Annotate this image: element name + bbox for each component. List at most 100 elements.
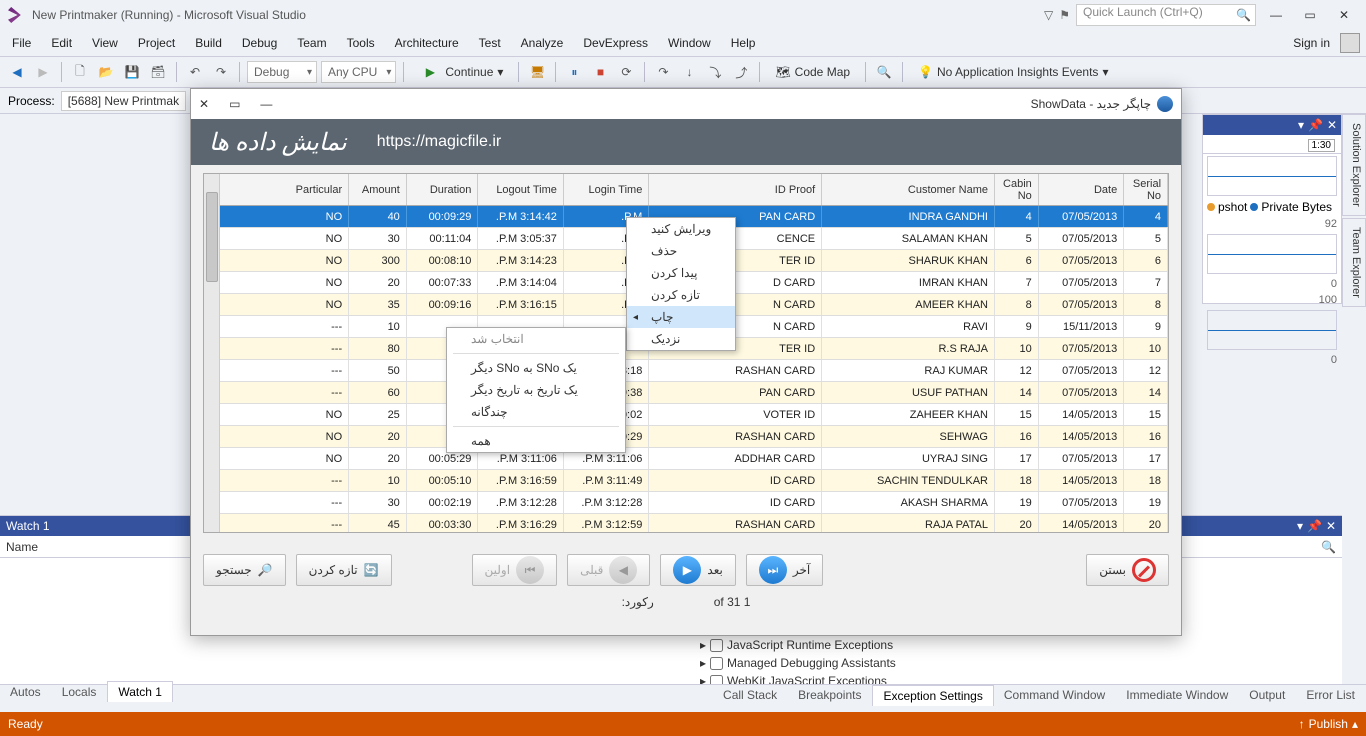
col-particular[interactable]: Particular (220, 174, 349, 205)
menu-project[interactable]: Project (128, 32, 185, 54)
tab-immediate-window[interactable]: Immediate Window (1116, 685, 1239, 706)
table-row[interactable]: NO2000:05:29.P.M 3:11:06.P.M 3:11:06ADDH… (220, 448, 1168, 470)
close-data-button[interactable]: بستن (1086, 554, 1169, 586)
table-row[interactable]: ---603:09:38PAN CARDUSUF PATHAN1407/05/2… (220, 382, 1168, 404)
nav-back-icon[interactable]: ◀ (6, 61, 28, 83)
tab-call-stack[interactable]: Call Stack (713, 685, 788, 706)
undo-icon[interactable]: ↶ (184, 61, 206, 83)
child-restore-icon[interactable]: ▭ (229, 97, 240, 111)
menu-view[interactable]: View (82, 32, 128, 54)
dropdown-icon[interactable]: ▾ (1297, 519, 1303, 533)
exc-check[interactable] (710, 639, 723, 652)
tab-team-explorer[interactable]: Team Explorer (1342, 218, 1366, 307)
tab-locals[interactable]: Locals (52, 682, 108, 702)
insights-button[interactable]: 💡No Application Insights Events ▾ (910, 61, 1116, 83)
last-button[interactable]: ⏭آخر (746, 554, 823, 586)
col-serial[interactable]: Serial No (1124, 174, 1168, 205)
ctx-close[interactable]: نزدیک (627, 328, 735, 350)
find-icon[interactable]: 🔍 (873, 61, 895, 83)
menu-team[interactable]: Team (287, 32, 336, 54)
new-project-icon[interactable]: 🗋 (69, 61, 91, 83)
step-next-icon[interactable]: ↷ (652, 61, 674, 83)
ctx-delete[interactable]: حذف (627, 240, 735, 262)
ctx-all[interactable]: همه (447, 430, 625, 452)
prev-button[interactable]: قبلی◀ (567, 554, 650, 586)
exc-check[interactable] (710, 657, 723, 670)
table-row[interactable]: NO253:10:02VOTER IDZAHEER KHAN1514/05/20… (220, 404, 1168, 426)
menu-analyze[interactable]: Analyze (511, 32, 574, 54)
tab-error-list[interactable]: Error List (1296, 685, 1366, 706)
table-row[interactable]: ---503:08:18RASHAN CARDRAJ KUMAR1207/05/… (220, 360, 1168, 382)
search-button[interactable]: جستجو🔎 (203, 554, 286, 586)
codemap-button[interactable]: 🗺Code Map (767, 61, 858, 83)
tab-breakpoints[interactable]: Breakpoints (788, 685, 872, 706)
ctx-multiple[interactable]: چندگانه (447, 401, 625, 423)
config-dropdown[interactable]: Debug (247, 61, 317, 83)
process-value[interactable]: [5688] New Printmak (61, 91, 186, 111)
next-button[interactable]: ▶بعد (660, 554, 735, 586)
save-icon[interactable]: 💾 (121, 61, 143, 83)
ctx-sno-range[interactable]: یک SNo به SNo دیگر (447, 357, 625, 379)
col-cabin[interactable]: Cabin No (995, 174, 1039, 205)
platform-dropdown[interactable]: Any CPU (321, 61, 396, 83)
menu-tools[interactable]: Tools (337, 32, 385, 54)
ctx-edit[interactable]: ویرایش کنید (627, 218, 735, 240)
ctx-print[interactable]: ◂چاپ (627, 306, 735, 328)
feedback-icon[interactable]: ⚑ (1059, 8, 1070, 22)
notifications-icon[interactable]: ▽ (1044, 8, 1053, 22)
step-out-icon[interactable]: ⤴ (730, 61, 752, 83)
refresh-button[interactable]: تازه کردن🔄 (296, 554, 392, 586)
menu-debug[interactable]: Debug (232, 32, 287, 54)
sign-in-link[interactable]: Sign in (1285, 32, 1338, 54)
col-customer[interactable]: Customer Name (822, 174, 995, 205)
stop-icon[interactable]: ■ (589, 61, 611, 83)
redo-icon[interactable]: ↷ (210, 61, 232, 83)
ctx-refresh[interactable]: تازه کردن (627, 284, 735, 306)
ctx-date-range[interactable]: یک تاریخ به تاریخ دیگر (447, 379, 625, 401)
restore-button[interactable]: ▭ (1296, 4, 1324, 26)
col-login[interactable]: Login Time (564, 174, 649, 205)
tab-autos[interactable]: Autos (0, 682, 52, 702)
pin-icon[interactable]: 📌 (1307, 519, 1322, 533)
table-row[interactable]: ---3000:02:19.P.M 3:12:28.P.M 3:12:28ID … (220, 492, 1168, 514)
close-button[interactable]: ✕ (1330, 4, 1358, 26)
menu-file[interactable]: File (6, 32, 41, 54)
pause-icon[interactable]: ⏸ (563, 61, 585, 83)
child-minimize-icon[interactable]: — (260, 97, 272, 111)
child-close-icon[interactable]: ✕ (199, 97, 209, 111)
open-icon[interactable]: 📂 (95, 61, 117, 83)
avatar-icon[interactable] (1340, 33, 1360, 53)
col-amount[interactable]: Amount (349, 174, 407, 205)
expand-icon[interactable]: ▸ (700, 638, 706, 652)
ctx-find[interactable]: پیدا کردن (627, 262, 735, 284)
first-button[interactable]: اولین⏮ (472, 554, 558, 586)
tab-solution-explorer[interactable]: Solution Explorer (1342, 114, 1366, 216)
col-logout[interactable]: Logout Time (478, 174, 563, 205)
menu-edit[interactable]: Edit (41, 32, 82, 54)
menu-devexpress[interactable]: DevExpress (573, 32, 658, 54)
tab-output[interactable]: Output (1239, 685, 1296, 706)
close-icon[interactable]: ✕ (1326, 519, 1336, 533)
scroll-thumb[interactable] (206, 192, 218, 282)
step-over-icon[interactable]: ⤵ (704, 61, 726, 83)
quick-launch-input[interactable]: Quick Launch (Ctrl+Q) 🔍 (1076, 4, 1256, 26)
grid-scrollbar[interactable] (204, 174, 220, 532)
expand-icon[interactable]: ▸ (700, 656, 706, 670)
col-idproof[interactable]: ID Proof (649, 174, 822, 205)
menu-help[interactable]: Help (721, 32, 766, 54)
col-duration[interactable]: Duration (407, 174, 479, 205)
table-row[interactable]: NO203:10:29RASHAN CARDSEHWAG1614/05/2013… (220, 426, 1168, 448)
watch-search-icon[interactable]: 🔍 (1321, 540, 1336, 554)
publish-button[interactable]: ↑ Publish ▴ (1299, 717, 1358, 731)
tab-command-window[interactable]: Command Window (994, 685, 1116, 706)
tab-watch-1[interactable]: Watch 1 (107, 681, 173, 702)
menu-build[interactable]: Build (185, 32, 232, 54)
tab-exception-settings[interactable]: Exception Settings (872, 685, 993, 706)
table-row[interactable]: ---1000:05:10.P.M 3:16:59.P.M 3:11:49ID … (220, 470, 1168, 492)
menu-window[interactable]: Window (658, 32, 721, 54)
table-row[interactable]: ---4500:03:30.P.M 3:16:29.P.M 3:12:59RAS… (220, 514, 1168, 532)
continue-button[interactable]: ▶Continue ▾ (411, 61, 511, 83)
save-all-icon[interactable]: 🗃 (147, 61, 169, 83)
step-into-icon[interactable]: ↓ (678, 61, 700, 83)
menu-architecture[interactable]: Architecture (385, 32, 469, 54)
